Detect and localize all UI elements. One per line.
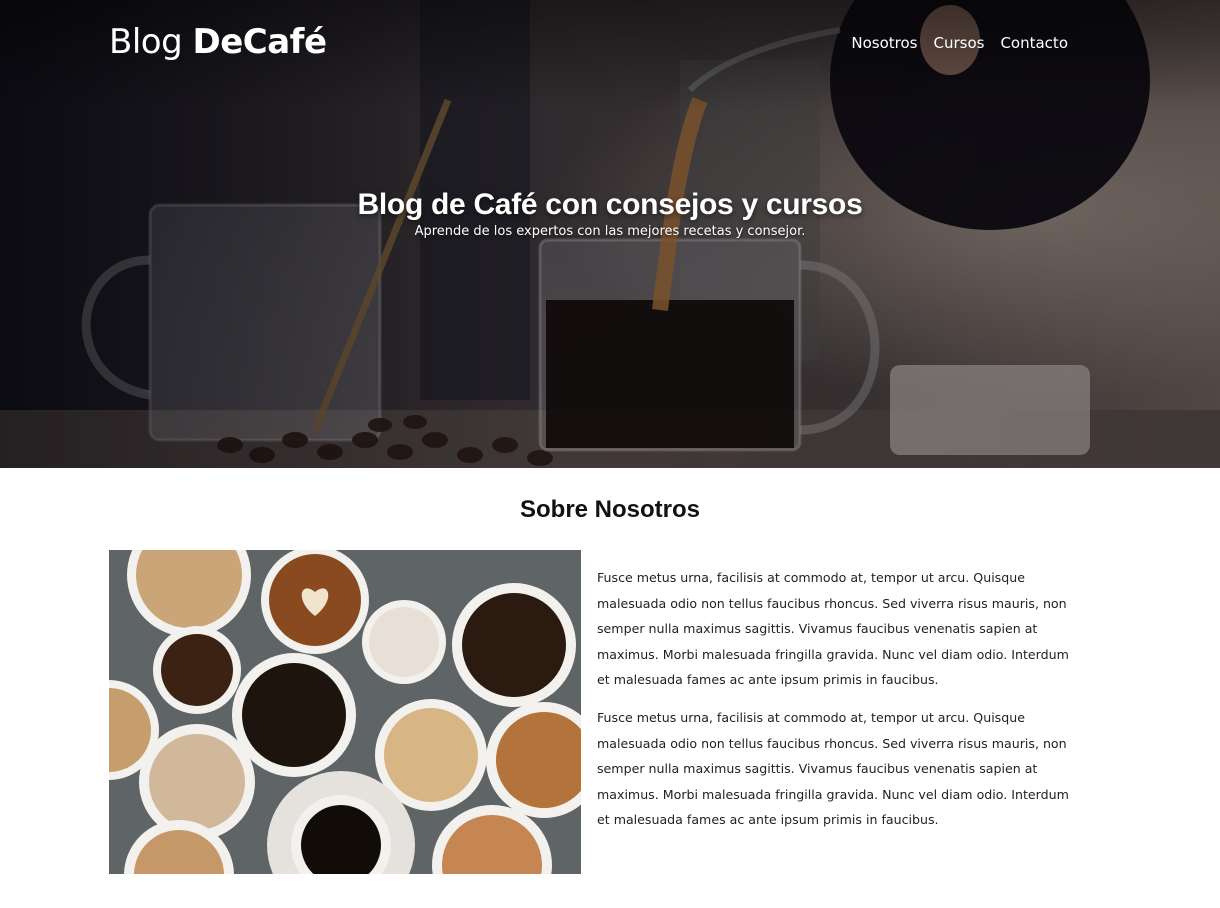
coffee-cups-image bbox=[109, 550, 581, 874]
main-nav: Nosotros Cursos Contacto bbox=[851, 34, 1068, 52]
about-paragraph: Fusce metus urna, facilisis at commodo a… bbox=[597, 570, 1069, 688]
logo-light-text: Blog bbox=[109, 22, 193, 62]
hero-text: Blog de Café con consejos y cursos Apren… bbox=[0, 188, 1220, 239]
logo-bold-text: DeCafé bbox=[192, 22, 327, 62]
hero-subtitle: Aprende de los expertos con las mejores … bbox=[414, 224, 806, 239]
nav-link-contacto[interactable]: Contacto bbox=[1000, 34, 1068, 52]
hero-section: Blog DeCafé Nosotros Cursos Contacto Blo… bbox=[0, 0, 1220, 468]
nav-link-cursos[interactable]: Cursos bbox=[933, 34, 984, 52]
about-paragraph: Fusce metus urna, facilisis at commodo a… bbox=[597, 709, 1069, 828]
about-title: Sobre Nosotros bbox=[519, 496, 701, 523]
hero-title: Blog de Café con consejos y cursos bbox=[357, 188, 863, 221]
about-section: Sobre Nosotros Fusce metus urna, facilis… bbox=[0, 468, 1220, 908]
about-text: Fusce metus urna, facilisis at commodo a… bbox=[597, 565, 1075, 845]
nav-link-nosotros[interactable]: Nosotros bbox=[851, 34, 917, 52]
coffee-cups-illustration bbox=[109, 550, 581, 874]
site-logo[interactable]: Blog DeCafé bbox=[109, 22, 327, 62]
